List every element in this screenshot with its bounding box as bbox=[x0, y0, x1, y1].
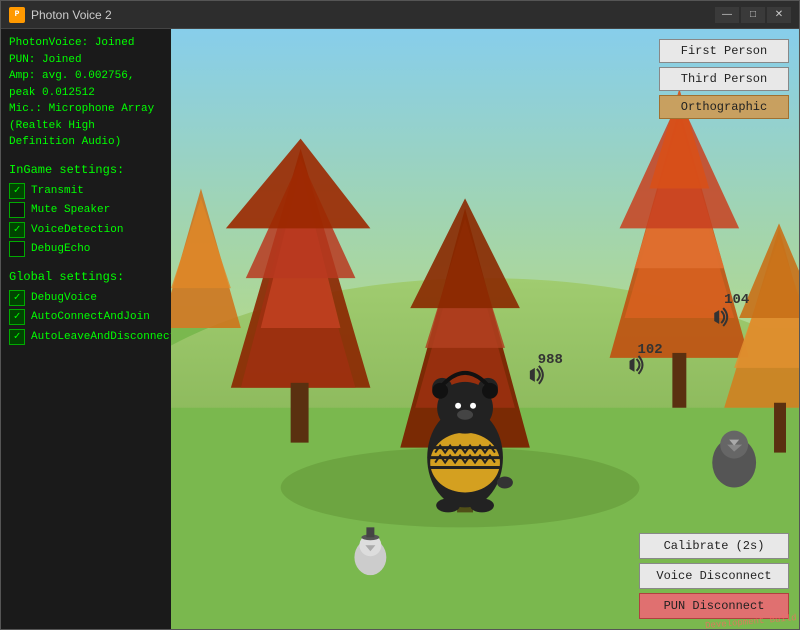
status-line: Mic.: Microphone Array (Realtek High Def… bbox=[9, 101, 163, 151]
checkbox-autoleaveanddisconnect[interactable]: ✓ bbox=[9, 329, 25, 345]
ingame-settings-title: InGame settings: bbox=[9, 161, 163, 179]
checkbox-label: AutoConnectAndJoin bbox=[31, 309, 150, 326]
checkbox-label: DebugVoice bbox=[31, 290, 97, 307]
ingame-option-row: DebugEcho bbox=[9, 241, 163, 258]
status-lines: PhotonVoice: JoinedPUN: JoinedAmp: avg. … bbox=[9, 35, 163, 151]
camera-button-orthographic[interactable]: Orthographic bbox=[659, 95, 789, 119]
svg-text:102: 102 bbox=[637, 342, 662, 358]
main-content: PhotonVoice: JoinedPUN: JoinedAmp: avg. … bbox=[1, 29, 799, 629]
checkbox-label: Mute Speaker bbox=[31, 202, 110, 219]
checkbox-debugvoice[interactable]: ✓ bbox=[9, 290, 25, 306]
checkbox-autoconnectandjoin[interactable]: ✓ bbox=[9, 309, 25, 325]
title-text: Photon Voice 2 bbox=[31, 8, 112, 22]
ingame-options: ✓ Transmit Mute Speaker ✓ VoiceDetection Debu… bbox=[9, 183, 163, 258]
checkbox-voicedetection[interactable]: ✓ bbox=[9, 222, 25, 238]
global-option-row: ✓ AutoConnectAndJoin bbox=[9, 309, 163, 326]
svg-text:988: 988 bbox=[538, 352, 563, 368]
action-button-voice-disconnect[interactable]: Voice Disconnect bbox=[639, 563, 789, 589]
svg-text:104: 104 bbox=[724, 292, 749, 308]
checkbox-label: DebugEcho bbox=[31, 241, 90, 258]
bottom-buttons: Calibrate (2s)Voice DisconnectPUN Discon… bbox=[639, 533, 789, 619]
minimize-button[interactable]: — bbox=[715, 7, 739, 23]
checkbox-label: VoiceDetection bbox=[31, 222, 123, 239]
action-button-calibrate--2s-[interactable]: Calibrate (2s) bbox=[639, 533, 789, 559]
checkbox-debugecho[interactable] bbox=[9, 241, 25, 257]
checkbox-label: AutoLeaveAndDisconnect bbox=[31, 329, 171, 346]
ingame-option-row: ✓ VoiceDetection bbox=[9, 222, 163, 239]
global-option-row: ✓AutoLeaveAndDisconnect bbox=[9, 329, 163, 346]
global-settings-title: Global settings: bbox=[9, 268, 163, 286]
checkbox-label: Transmit bbox=[31, 183, 84, 200]
global-option-row: ✓ DebugVoice bbox=[9, 290, 163, 307]
title-left: P Photon Voice 2 bbox=[9, 7, 112, 23]
title-bar: P Photon Voice 2 — □ ✕ bbox=[1, 1, 799, 29]
game-viewport: 104 988 102 First PersonThird Perso bbox=[171, 29, 799, 629]
app-window: P Photon Voice 2 — □ ✕ PhotonVoice: Join… bbox=[0, 0, 800, 630]
close-button[interactable]: ✕ bbox=[767, 7, 791, 23]
camera-button-third-person[interactable]: Third Person bbox=[659, 67, 789, 91]
window-controls: — □ ✕ bbox=[715, 7, 791, 23]
app-icon: P bbox=[9, 7, 25, 23]
maximize-button[interactable]: □ bbox=[741, 7, 765, 23]
checkbox-mute speaker[interactable] bbox=[9, 202, 25, 218]
ingame-option-row: ✓ Transmit bbox=[9, 183, 163, 200]
status-line: PUN: Joined bbox=[9, 52, 163, 69]
left-panel: PhotonVoice: JoinedPUN: JoinedAmp: avg. … bbox=[1, 29, 171, 629]
status-line: PhotonVoice: Joined bbox=[9, 35, 163, 52]
camera-button-first-person[interactable]: First Person bbox=[659, 39, 789, 63]
camera-buttons: First Person Third Person Orthographic bbox=[659, 39, 789, 119]
checkbox-transmit[interactable]: ✓ bbox=[9, 183, 25, 199]
global-options: ✓ DebugVoice ✓ AutoConnectAndJoin ✓AutoLeave… bbox=[9, 290, 163, 346]
ingame-option-row: Mute Speaker bbox=[9, 202, 163, 219]
status-line: Amp: avg. 0.002756, peak 0.012512 bbox=[9, 68, 163, 101]
